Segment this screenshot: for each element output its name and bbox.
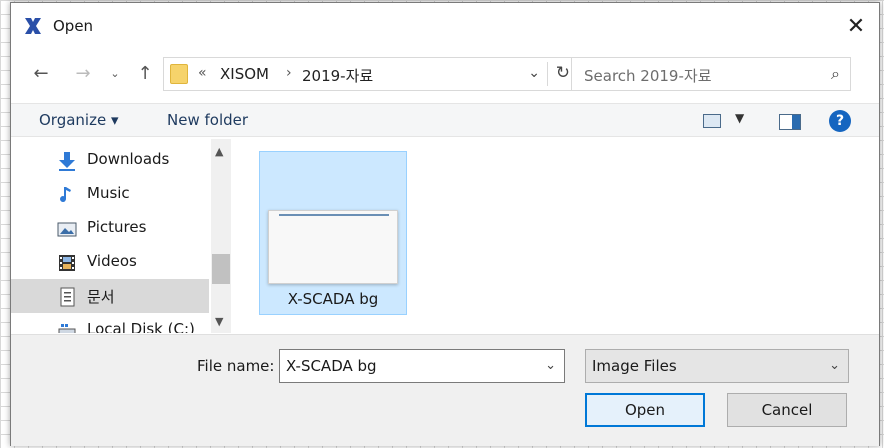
address-bar[interactable]: « XISOM › 2019-자료 ⌄ ↻ — [163, 57, 581, 91]
nav-item-label: Music — [87, 184, 130, 202]
open-button[interactable]: Open — [585, 393, 705, 427]
download-arrow-icon — [57, 151, 77, 171]
pictures-icon — [57, 219, 77, 239]
app-logo-icon — [25, 18, 41, 34]
search-input[interactable]: Search 2019-자료 — [584, 65, 712, 86]
new-folder-button[interactable]: New folder — [167, 111, 248, 129]
preview-pane-icon[interactable] — [779, 114, 801, 130]
forward-arrow-icon: → — [75, 62, 91, 84]
thumbnail-title-bar — [279, 214, 389, 216]
close-button[interactable]: ✕ — [841, 11, 871, 41]
nav-pane-scrollbar[interactable]: ▲ ▼ — [211, 139, 231, 333]
nav-item-downloads[interactable]: Downloads — [11, 143, 209, 177]
breadcrumb-separator-icon: › — [286, 65, 292, 81]
view-options-dropdown-icon[interactable]: ▼ — [735, 111, 744, 125]
nav-item-pictures[interactable]: Pictures — [11, 211, 209, 245]
breadcrumb-2019-folder[interactable]: 2019-자료 — [302, 65, 373, 86]
search-icon[interactable]: ⌕ — [831, 64, 840, 84]
drive-icon — [57, 321, 77, 333]
scroll-up-icon[interactable]: ▲ — [215, 145, 223, 158]
scrollbar-thumb[interactable] — [212, 254, 230, 284]
music-note-icon — [57, 185, 77, 205]
chevron-down-icon[interactable]: ⌄ — [545, 358, 556, 373]
scroll-down-icon[interactable]: ▼ — [215, 315, 223, 328]
command-toolbar: Organize ▾ New folder ▼ ? — [11, 103, 879, 137]
file-name-input[interactable]: X-SCADA bg ⌄ — [279, 349, 565, 383]
help-icon[interactable]: ? — [829, 110, 851, 132]
nav-item-label: Videos — [87, 252, 137, 270]
file-list-pane[interactable]: X-SCADA bg — [233, 139, 879, 333]
file-name-label: File name: — [197, 357, 275, 375]
chevron-down-icon[interactable]: ⌄ — [829, 358, 840, 373]
file-item[interactable]: X-SCADA bg — [259, 151, 407, 315]
breadcrumb-xisom[interactable]: XISOM — [220, 65, 269, 83]
nav-item-label: 문서 — [87, 288, 115, 306]
navigation-bar: ← → ⌄ ↑ « XISOM › 2019-자료 ⌄ ↻ Search 201… — [11, 53, 879, 93]
recent-locations-button[interactable]: ⌄ — [103, 61, 127, 85]
file-name-value[interactable]: X-SCADA bg — [286, 357, 377, 375]
nav-item-documents[interactable]: 문서 — [11, 279, 209, 313]
open-file-dialog: Open ✕ ← → ⌄ ↑ « XISOM › 2019-자료 ⌄ ↻ Sea… — [10, 2, 880, 446]
dialog-footer: File name: X-SCADA bg ⌄ Image Files ⌄ Op… — [11, 334, 879, 446]
chevron-down-icon: ⌄ — [110, 66, 120, 80]
film-strip-icon — [57, 253, 77, 273]
up-arrow-icon: ↑ — [137, 62, 153, 84]
organize-button[interactable]: Organize ▾ — [39, 111, 119, 129]
nav-item-music[interactable]: Music — [11, 177, 209, 211]
document-icon — [57, 287, 77, 307]
change-view-icon[interactable] — [703, 114, 721, 128]
title-bar: Open ✕ — [11, 3, 879, 47]
folder-icon — [170, 64, 188, 84]
search-box[interactable]: Search 2019-자료 ⌕ — [571, 57, 851, 91]
image-thumbnail — [268, 210, 398, 284]
nav-item-label: Pictures — [87, 218, 147, 236]
forward-button[interactable]: → — [71, 61, 95, 85]
address-dropdown-icon[interactable]: ⌄ — [528, 65, 540, 81]
navigation-pane: Downloads Music Pictures Videos 문서 Local… — [11, 139, 233, 333]
nav-item-label: Local Disk (C:) — [87, 320, 195, 333]
up-button[interactable]: ↑ — [133, 61, 157, 85]
breadcrumb-overflow[interactable]: « — [198, 65, 207, 81]
file-type-select[interactable]: Image Files ⌄ — [585, 349, 849, 383]
refresh-icon[interactable]: ↻ — [556, 63, 570, 83]
nav-item-local-disk[interactable]: Local Disk (C:) — [11, 313, 209, 333]
cancel-button[interactable]: Cancel — [727, 393, 847, 427]
back-button[interactable]: ← — [29, 61, 53, 85]
file-type-value: Image Files — [592, 357, 677, 375]
back-arrow-icon: ← — [33, 62, 49, 84]
file-item-label: X-SCADA bg — [287, 290, 379, 308]
address-divider — [547, 62, 548, 86]
close-icon: ✕ — [846, 13, 866, 39]
nav-item-label: Downloads — [87, 150, 170, 168]
window-title: Open — [53, 17, 94, 35]
nav-item-videos[interactable]: Videos — [11, 245, 209, 279]
